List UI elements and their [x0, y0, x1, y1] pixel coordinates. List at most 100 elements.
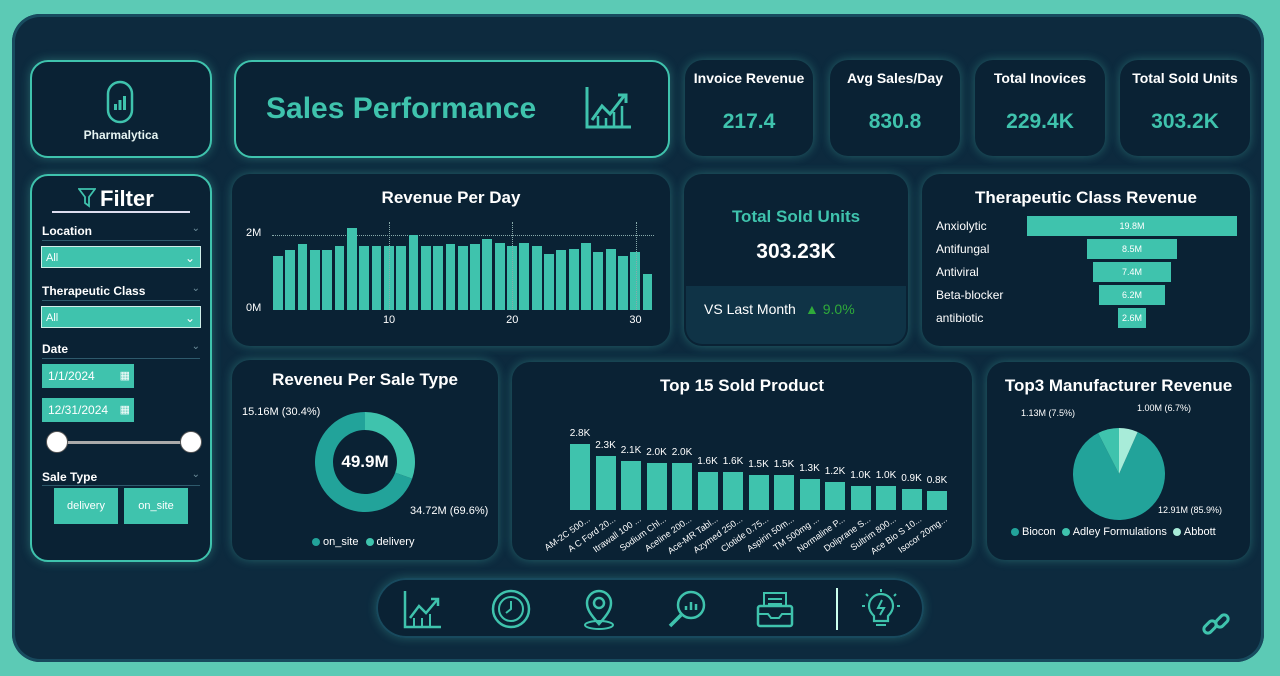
calendar-icon[interactable]: ▦	[120, 364, 130, 388]
chevron-down-icon: ⌄	[184, 251, 195, 265]
bar	[433, 246, 443, 310]
inbox-icon[interactable]	[754, 588, 796, 630]
chevron-down-icon[interactable]: ⌄	[192, 283, 200, 294]
kpi-value: 229.4K	[1006, 110, 1074, 133]
bar	[420, 246, 431, 310]
bar	[568, 249, 579, 310]
dashboard-frame: Pharmalytica Sales Performance Invoice R…	[12, 14, 1264, 662]
bar	[850, 486, 871, 510]
legend-dot-delivery	[365, 538, 374, 547]
location-select[interactable]: All ⌄	[41, 246, 201, 268]
pie-label-abbott: 1.00M (6.7%)	[1137, 403, 1192, 413]
sale-type-on-site-button[interactable]: on_site	[124, 488, 188, 524]
gridline	[512, 222, 514, 310]
filter-title-underline	[52, 211, 190, 213]
location-value: All	[46, 252, 59, 264]
date-start-input[interactable]: 1/1/2024 ▦	[42, 364, 134, 388]
bar: 8.5M	[1086, 239, 1178, 259]
divider	[42, 240, 200, 241]
bar	[334, 245, 345, 310]
data-label: 0.8K	[926, 475, 948, 487]
bar	[346, 227, 357, 310]
legend-dot-abbott	[1172, 528, 1181, 537]
bar	[570, 444, 590, 510]
divider	[42, 358, 200, 359]
legend-label-delivery: 15.16M (30.4%)	[242, 406, 321, 418]
bar	[482, 238, 493, 310]
bar	[494, 242, 505, 310]
legend-label-on-site: 34.72M (69.6%)	[410, 505, 489, 517]
legend-item: Abbott	[1183, 526, 1216, 538]
filter-panel: Filter Location ⌄ All ⌄ Therapeutic Clas…	[30, 174, 212, 562]
kpi-value: 830.8	[868, 110, 922, 133]
chevron-down-icon[interactable]: ⌄	[192, 341, 200, 352]
bar	[642, 274, 653, 310]
top-15-product-chart: 2.8K AM-2C 500... 2.3K A C Ford 20... 2.1K It…	[512, 362, 972, 560]
date-slider-start-handle[interactable]	[46, 431, 68, 453]
therapeutic-class-value: All	[46, 312, 59, 324]
link-icon[interactable]	[1200, 608, 1234, 642]
search-chart-icon[interactable]	[666, 588, 708, 630]
kpi-label: Total Inovices	[993, 70, 1087, 86]
bar	[646, 462, 667, 510]
chart-trend-icon[interactable]	[402, 588, 444, 630]
bar	[799, 479, 820, 510]
legend-item: Biocon	[1022, 526, 1056, 538]
legend: on_site delivery	[312, 536, 414, 548]
bar	[457, 246, 468, 310]
bar: 6.2M	[1099, 285, 1165, 305]
bar	[672, 462, 692, 510]
bar	[396, 246, 407, 310]
legend-dot-biocon	[1011, 528, 1019, 537]
calendar-icon[interactable]: ▦	[120, 398, 130, 422]
chevron-down-icon[interactable]: ⌄	[192, 223, 200, 234]
bar	[927, 491, 947, 510]
bar	[605, 249, 616, 310]
lightbulb-icon[interactable]	[860, 588, 902, 630]
date-slider-end-handle[interactable]	[180, 431, 202, 453]
bar	[556, 250, 567, 310]
date-end-input[interactable]: 12/31/2024 ▦	[42, 398, 134, 422]
pie-label-biocon: 12.91M (85.9%)	[1158, 505, 1223, 515]
bar	[470, 244, 480, 310]
therapeutic-class-revenue-panel: Therapeutic Class Revenue Anxiolytic 19.8…	[922, 174, 1250, 346]
y-tick-label: 0M	[246, 302, 262, 314]
kpi-total-sold-units: Total Sold Units 303.2K	[1120, 60, 1250, 156]
bar	[618, 255, 628, 310]
category-label: antibiotic	[936, 311, 984, 325]
divider	[42, 485, 200, 486]
category-label: Beta-blocker	[936, 288, 1004, 302]
compare-label: VS Last Month	[704, 301, 796, 317]
bar	[519, 242, 530, 310]
bar	[748, 474, 769, 510]
bar	[544, 253, 554, 310]
gridline	[635, 222, 637, 310]
nav-divider	[836, 588, 838, 630]
bar	[593, 251, 604, 310]
top-15-sold-product-panel: Top 15 Sold Product 2.8K AM-2C 500... 2.3K…	[512, 362, 972, 560]
chevron-down-icon[interactable]: ⌄	[192, 469, 200, 480]
logo-name: Pharmalytica	[83, 128, 159, 142]
location-pin-icon[interactable]	[578, 588, 620, 630]
filter-title: Filter	[100, 186, 154, 211]
date-slider-track[interactable]	[58, 441, 192, 444]
x-tick-label: 30	[629, 314, 642, 326]
card-title: Total Sold Units	[731, 207, 861, 226]
therapeutic-class-revenue-chart: Anxiolytic 19.8M Antifungal 8.5M Antiviral 7.…	[922, 174, 1250, 346]
bottom-nav	[376, 578, 924, 638]
bar	[723, 472, 743, 510]
bar	[531, 246, 542, 310]
therapeutic-class-select[interactable]: All ⌄	[41, 306, 201, 328]
compare-value: ▲ 9.0%	[805, 301, 855, 317]
divider	[42, 300, 200, 301]
date-label: Date	[42, 342, 69, 356]
kpi-avg-sales-day: Avg Sales/Day 830.8	[830, 60, 960, 156]
card-value: 303.23K	[756, 240, 836, 263]
clock-icon[interactable]	[490, 588, 532, 630]
category-label: Antiviral	[936, 265, 979, 279]
pie-label-adley: 1.13M (7.5%)	[1021, 408, 1076, 418]
revenue-per-day-panel: Revenue Per Day 10 20 30 2M 0M	[232, 174, 670, 346]
sale-type-delivery-button[interactable]: delivery	[54, 488, 118, 524]
date-end-value: 12/31/2024	[48, 403, 109, 417]
bar	[901, 488, 922, 510]
